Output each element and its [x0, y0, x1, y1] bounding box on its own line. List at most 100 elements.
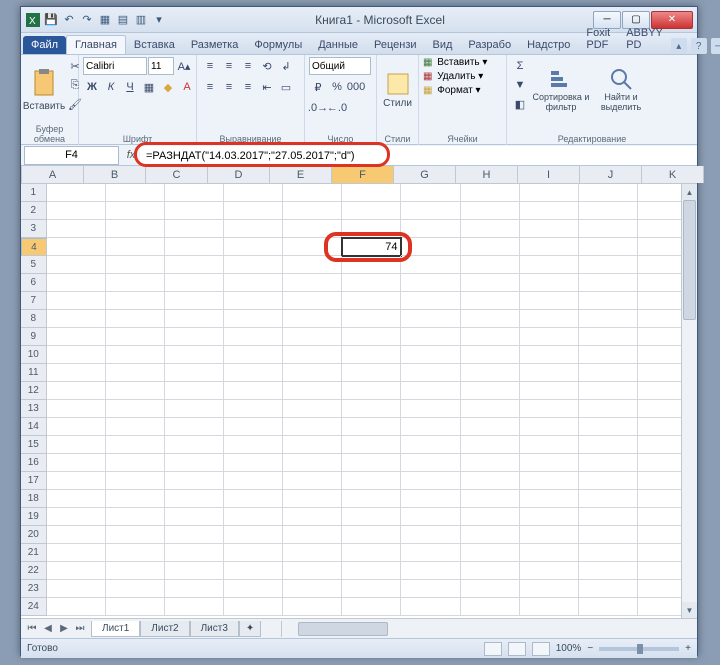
- cell[interactable]: [106, 598, 165, 616]
- cell[interactable]: [461, 328, 520, 346]
- cell[interactable]: [342, 598, 401, 616]
- row-header[interactable]: 1: [21, 184, 47, 202]
- align-left-icon[interactable]: ≡: [201, 78, 219, 96]
- cell[interactable]: [579, 580, 638, 598]
- view-normal-icon[interactable]: [484, 642, 502, 656]
- tab-foxit[interactable]: Foxit PDF: [578, 24, 618, 54]
- cell[interactable]: [165, 364, 224, 382]
- cell[interactable]: [342, 400, 401, 418]
- cell[interactable]: [342, 472, 401, 490]
- cell[interactable]: [401, 454, 460, 472]
- cell[interactable]: [47, 310, 106, 328]
- row-header[interactable]: 6: [21, 274, 47, 292]
- cell[interactable]: [461, 220, 520, 238]
- cell[interactable]: [461, 346, 520, 364]
- cell[interactable]: [461, 562, 520, 580]
- cell[interactable]: [342, 382, 401, 400]
- cell[interactable]: [579, 418, 638, 436]
- cell[interactable]: [520, 490, 579, 508]
- cell[interactable]: [342, 454, 401, 472]
- cell[interactable]: [579, 274, 638, 292]
- cell[interactable]: [579, 310, 638, 328]
- cell[interactable]: [47, 508, 106, 526]
- align-center-icon[interactable]: ≡: [220, 78, 238, 96]
- cell[interactable]: [520, 256, 579, 274]
- cell[interactable]: [106, 202, 165, 220]
- align-right-icon[interactable]: ≡: [239, 78, 257, 96]
- cell[interactable]: [47, 580, 106, 598]
- cell[interactable]: [342, 544, 401, 562]
- cell[interactable]: [106, 364, 165, 382]
- row-header[interactable]: 15: [21, 436, 47, 454]
- qat-item[interactable]: ▦: [97, 12, 113, 28]
- cell[interactable]: [165, 418, 224, 436]
- cell[interactable]: [224, 490, 283, 508]
- cell[interactable]: [106, 382, 165, 400]
- cell[interactable]: [520, 400, 579, 418]
- cell[interactable]: [283, 562, 342, 580]
- cell[interactable]: [401, 346, 460, 364]
- cell[interactable]: [106, 310, 165, 328]
- sheet-nav-last-icon[interactable]: ⏭: [73, 623, 87, 634]
- cell[interactable]: [342, 562, 401, 580]
- grid-area[interactable]: 1234745678910111213141516171819202122232…: [21, 184, 697, 618]
- cell[interactable]: [520, 274, 579, 292]
- clear-icon[interactable]: ◧: [511, 95, 529, 113]
- cell[interactable]: [47, 202, 106, 220]
- cell[interactable]: [47, 256, 106, 274]
- cell[interactable]: [224, 364, 283, 382]
- row-header[interactable]: 14: [21, 418, 47, 436]
- cell[interactable]: [165, 490, 224, 508]
- cell[interactable]: [283, 400, 342, 418]
- cell[interactable]: [461, 202, 520, 220]
- cell[interactable]: [579, 292, 638, 310]
- qat-item[interactable]: ▤: [115, 12, 131, 28]
- indent-dec-icon[interactable]: ⇤: [258, 78, 276, 96]
- grow-font-icon[interactable]: A▴: [175, 57, 193, 75]
- cell[interactable]: [165, 238, 224, 256]
- redo-icon[interactable]: ↷: [79, 12, 95, 28]
- cell[interactable]: [461, 544, 520, 562]
- cell[interactable]: [461, 238, 520, 256]
- cell[interactable]: [283, 508, 342, 526]
- cell[interactable]: [224, 238, 283, 256]
- row-header[interactable]: 3: [21, 220, 47, 238]
- cell[interactable]: [224, 382, 283, 400]
- col-header[interactable]: I: [518, 166, 580, 183]
- cell[interactable]: [461, 508, 520, 526]
- cell[interactable]: [106, 238, 165, 256]
- cell[interactable]: [401, 328, 460, 346]
- cell[interactable]: [579, 400, 638, 418]
- cell[interactable]: [106, 436, 165, 454]
- cell[interactable]: [401, 472, 460, 490]
- cell[interactable]: [224, 508, 283, 526]
- cell[interactable]: [165, 526, 224, 544]
- col-header[interactable]: E: [270, 166, 332, 183]
- formula-input[interactable]: [140, 146, 697, 165]
- cell[interactable]: [47, 328, 106, 346]
- font-name-select[interactable]: Calibri: [83, 57, 147, 75]
- orientation-icon[interactable]: ⟲: [258, 57, 276, 75]
- cell[interactable]: [224, 274, 283, 292]
- cell[interactable]: [579, 382, 638, 400]
- cell[interactable]: [579, 220, 638, 238]
- new-sheet-button[interactable]: ✦: [239, 621, 261, 637]
- cell[interactable]: [401, 256, 460, 274]
- cell[interactable]: [461, 580, 520, 598]
- cell[interactable]: [283, 220, 342, 238]
- row-header[interactable]: 17: [21, 472, 47, 490]
- cell[interactable]: [520, 526, 579, 544]
- cell[interactable]: [461, 490, 520, 508]
- cell[interactable]: [520, 292, 579, 310]
- cell[interactable]: [342, 220, 401, 238]
- col-header[interactable]: F: [332, 166, 394, 183]
- cell[interactable]: [165, 436, 224, 454]
- fx-icon[interactable]: fx: [122, 149, 140, 161]
- cell[interactable]: [283, 382, 342, 400]
- cell[interactable]: [165, 400, 224, 418]
- delete-cells-button[interactable]: ▦ Удалить ▾: [423, 71, 483, 82]
- cell[interactable]: [47, 400, 106, 418]
- cell[interactable]: [401, 544, 460, 562]
- scroll-thumb[interactable]: [683, 200, 696, 320]
- cell[interactable]: [283, 238, 342, 256]
